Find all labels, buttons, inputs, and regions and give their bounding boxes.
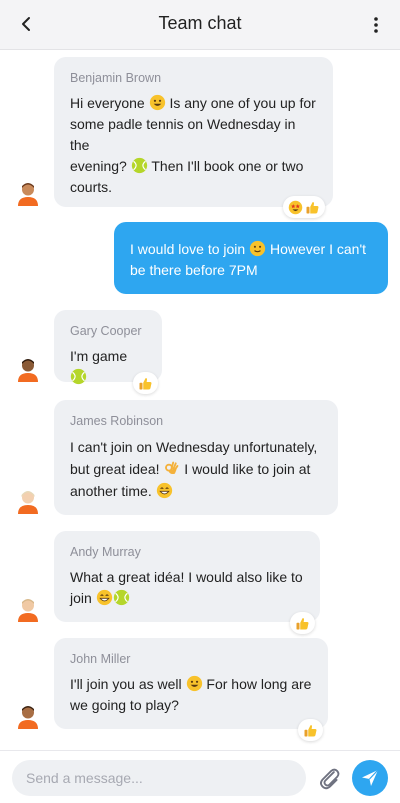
outgoing-message-bubble[interactable]: I would love to join However I can't be … [114, 222, 388, 294]
grinning-squint-emoji-icon [96, 589, 113, 606]
slightly-smiling-emoji-icon [249, 240, 266, 257]
send-button[interactable] [352, 760, 388, 796]
grinning-squint-emoji-icon [156, 482, 173, 499]
sender-name: Andy Murray [70, 545, 141, 559]
message-bubble[interactable]: John Miller I'll join you as well For ho… [54, 638, 328, 729]
message-text: I'll join you as well For how long are w… [70, 675, 312, 713]
message-bubble[interactable]: James Robinson I can't join on Wednesday… [54, 400, 338, 515]
message-text: What a great idéa! I would also like to … [70, 569, 303, 606]
reaction-badge[interactable] [298, 719, 323, 741]
more-vertical-icon [374, 17, 378, 33]
message-bubble[interactable]: Benjamin Brown Hi everyone Is any one of… [54, 57, 333, 207]
message-input[interactable] [12, 760, 306, 796]
tennis-ball-icon [70, 368, 87, 385]
avatar[interactable] [15, 180, 41, 206]
thumbs-up-emoji-icon [305, 200, 320, 215]
page-title: Team chat [158, 13, 242, 33]
thumbs-up-emoji-icon [303, 723, 318, 738]
sender-name: Benjamin Brown [70, 71, 162, 85]
reaction-badge[interactable] [133, 372, 158, 394]
thumbs-up-emoji-icon [295, 616, 310, 631]
reaction-badge[interactable] [290, 612, 315, 634]
sender-name: James Robinson [70, 414, 164, 428]
avatar[interactable] [15, 703, 41, 729]
more-options-button[interactable] [366, 12, 386, 38]
avatar[interactable] [15, 596, 41, 622]
sender-name: Gary Cooper [70, 324, 142, 338]
tennis-ball-icon [131, 157, 148, 174]
avatar[interactable] [15, 488, 41, 514]
avatar[interactable] [15, 356, 41, 382]
reaction-badge[interactable] [283, 196, 325, 218]
message-text: Hi everyone Is any one of you up for som… [70, 94, 316, 195]
message-text: I would love to join However I can't be … [130, 240, 367, 278]
sender-name: John Miller [70, 652, 131, 666]
ok-hand-emoji-icon [163, 460, 180, 477]
smiling-emoji-icon [186, 675, 203, 692]
tennis-ball-icon [113, 589, 130, 606]
message-composer [0, 750, 400, 803]
star-struck-emoji-icon [288, 200, 303, 215]
paperclip-icon[interactable] [316, 765, 342, 791]
message-bubble[interactable]: Andy Murray What a great idéa! I would a… [54, 531, 320, 622]
send-icon [362, 769, 379, 786]
message-text: I can't join on Wednesday unfortunately,… [70, 439, 318, 499]
app-header: Team chat [0, 0, 400, 50]
thumbs-up-emoji-icon [138, 376, 153, 391]
grinning-emoji-icon [149, 94, 166, 111]
